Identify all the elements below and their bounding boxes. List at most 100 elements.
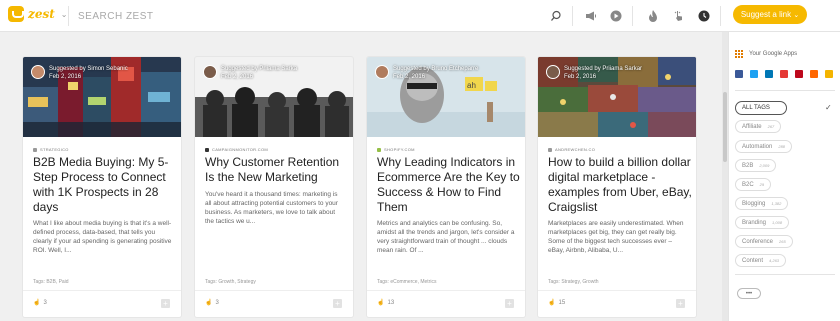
tag-pill[interactable]: B2C 29 [735,178,772,191]
pointer-hand-icon: ☝ [548,300,556,306]
avatar[interactable] [546,65,560,79]
tag-pill[interactable]: Branding 1,008 [735,216,790,229]
fire-count[interactable]: ☝ 3 [33,299,47,307]
source[interactable]: SHOPIFY.COM [377,147,415,152]
suggested-by-text: Suggested by Priiama Sarkar [564,66,643,72]
article-tags: Tags: eCommerce, Metrics [377,279,437,285]
fire-count[interactable]: ☝ 15 [548,299,566,307]
suggested-by-text: Suggested by Priiama Sarka [221,66,298,72]
suggested-by: Suggested by Simon Sebanic Feb 2, 2016 [31,65,128,81]
tag-label: Conference [742,238,774,245]
more-tags-button[interactable]: ••• [737,288,761,299]
article-tags: Tags: B2B, Paid [33,279,69,285]
article-title[interactable]: Why Customer Retention Is the New Market… [205,155,349,185]
megaphone-icon[interactable] [583,8,599,24]
sidebar: Your Google Apps ALL TAGS ✓ Affiliate 267… [728,32,840,321]
search-icon[interactable] [548,8,564,24]
post-date: Feb 2, 2016 [221,74,254,80]
search-input[interactable] [78,8,378,24]
add-to-collection-button[interactable]: + [161,299,170,308]
suggested-by: Suggested by Bruno Etcheparre Feb 2, 2016 [375,65,478,81]
pointer-hand-icon[interactable] [671,8,687,24]
source[interactable]: STRATEGICO [33,147,69,152]
add-to-collection-button[interactable]: + [333,299,342,308]
article-title[interactable]: How to build a billion dollar digital ma… [548,155,692,215]
tag-count: 267 [767,124,775,129]
pointer-hand-icon: ☝ [205,300,213,306]
source-label: STRATEGICO [40,147,69,152]
google-apps-label: Your Google Apps [749,51,798,57]
fire-count[interactable]: ☝ 3 [205,299,219,307]
suggested-by-text: Suggested by Bruno Etcheparre [393,66,479,72]
article-card[interactable]: Suggested by Priiama Sarka Feb 2, 2016 CA… [195,57,353,317]
clock-icon[interactable] [696,8,712,24]
avatar[interactable] [375,65,389,79]
pointer-hand-icon: ☝ [377,300,385,306]
post-date: Feb 2, 2016 [393,74,426,80]
pointer-hand-icon: ☝ [33,300,41,306]
divider [720,6,721,26]
drive-icon[interactable] [825,70,833,78]
source-label: ANDREWCHEN.CO [555,147,596,152]
rss-icon[interactable] [810,70,818,78]
svg-text:ah: ah [467,81,476,90]
suggest-link-label: Suggest a link [740,10,792,19]
article-card[interactable]: ah Suggested by Bruno Etcheparre Feb 2, 2… [367,57,525,317]
top-bar: zest ⌄ Suggest a link ⌄ [0,0,840,32]
tag-count: 288 [778,144,786,149]
chevron-down-icon[interactable]: ⌄ [61,10,68,19]
divider [632,6,633,26]
suggest-link-button[interactable]: Suggest a link ⌄ [733,5,807,24]
fire-count-value: 15 [558,299,566,306]
tag-pill[interactable]: Content 4,263 [735,254,787,267]
logo-text: zest [28,7,55,21]
tag-pill[interactable]: Automation 288 [735,140,793,153]
source[interactable]: CAMPAIGNMONITOR.COM [205,147,268,152]
fire-count-value: 13 [387,299,395,306]
zest-logo[interactable]: zest ⌄ [8,6,67,22]
tag-all-tags[interactable]: ALL TAGS [735,101,787,115]
article-excerpt: You've heard it a thousand times: market… [205,191,338,225]
tag-label: Affiliate [742,123,762,130]
article-card[interactable]: Suggested by Simon Sebanic Feb 2, 2016 ST… [23,57,181,317]
article-title[interactable]: Why Leading Indicators in Ecommerce Are … [377,155,521,215]
divider [735,90,835,91]
avatar[interactable] [31,65,45,79]
tag-count: 29 [759,182,765,187]
tag-pill[interactable]: B2B 2,009 [735,159,777,172]
apps-grid-icon [735,50,743,58]
tag-pill[interactable]: Blogging 1,382 [735,197,789,210]
facebook-icon[interactable] [735,70,743,78]
source[interactable]: ANDREWCHEN.CO [548,147,595,152]
tag-label: Blogging [742,200,766,207]
scrollbar-thumb[interactable] [723,92,727,162]
source-label: SHOPIFY.COM [384,147,415,152]
suggested-by: Suggested by Priiama Sarka Feb 2, 2016 [203,65,297,81]
tag-pill[interactable]: Conference 265 [735,235,793,248]
source-label: CAMPAIGNMONITOR.COM [212,147,268,152]
tag-pill[interactable]: Affiliate 267 [735,120,782,133]
twitter-icon[interactable] [750,70,758,78]
linkedin-icon[interactable] [765,70,773,78]
add-to-collection-button[interactable]: + [676,299,685,308]
source-favicon-icon [205,147,209,152]
article-card[interactable]: Suggested by Priiama Sarkar Feb 2, 2016 A… [538,57,696,317]
fire-count-value: 3 [43,299,47,306]
add-to-collection-button[interactable]: + [505,299,514,308]
fire-count[interactable]: ☝ 13 [377,299,395,307]
tag-count: 1,008 [772,220,783,225]
article-excerpt: Marketplaces are easily underestimated. … [548,220,684,254]
pinterest-icon[interactable] [795,70,803,78]
google-apps-header[interactable]: Your Google Apps [735,50,797,58]
tag-label: Branding [742,219,767,226]
play-icon[interactable] [608,8,624,24]
flame-icon[interactable] [645,8,661,24]
divider [572,6,573,26]
fire-count-value: 3 [215,299,219,306]
suggested-by-text: Suggested by Simon Sebanic [49,66,128,72]
avatar[interactable] [203,65,217,79]
tag-label: B2C [742,181,754,188]
gmail-icon[interactable] [780,70,788,78]
article-title[interactable]: B2B Media Buying: My 5-Step Process to C… [33,155,177,215]
suggested-by: Suggested by Priiama Sarkar Feb 2, 2016 [546,65,642,81]
